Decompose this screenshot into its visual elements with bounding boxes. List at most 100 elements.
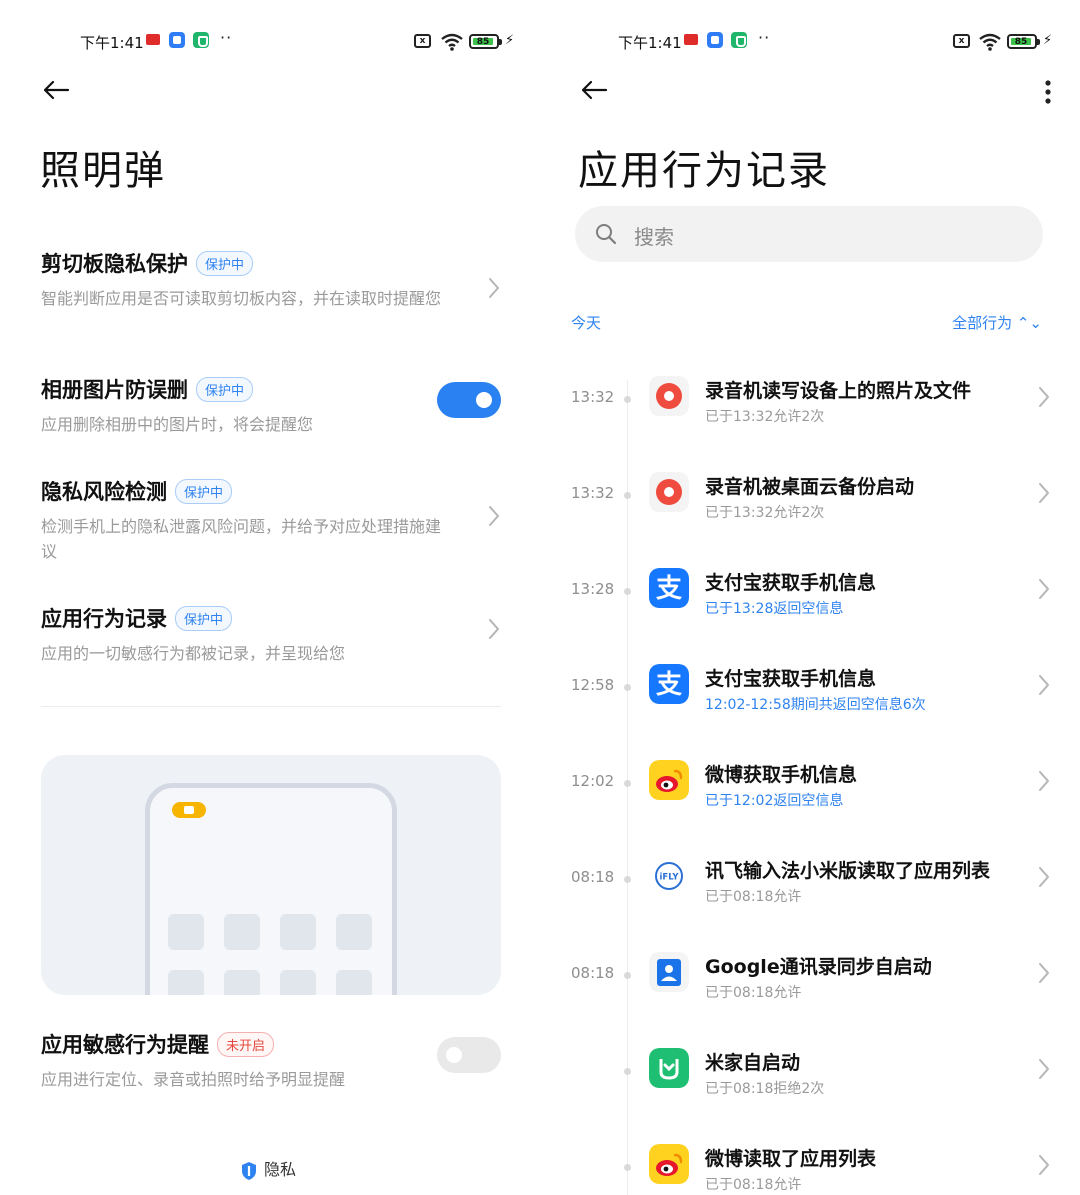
album-protection-toggle[interactable] xyxy=(437,382,501,418)
status-time: 下午1:41 xyxy=(618,34,682,52)
list-item[interactable]: 12:02 微博获取手机信息 已于12:02返回空信息 xyxy=(540,752,1080,848)
chevron-right-icon xyxy=(487,617,501,641)
phone-illustration xyxy=(41,755,501,995)
security-notification-icon xyxy=(193,32,209,48)
weibo-icon xyxy=(649,760,689,800)
setting-app-behavior-log[interactable]: 应用行为记录 保护中 应用的一切敏感行为都被记录，并呈现给您 xyxy=(41,603,501,666)
setting-title: 隐私风险检测 xyxy=(41,480,167,504)
timeline-dot xyxy=(624,684,631,691)
list-item[interactable]: 13:28 支 支付宝获取手机信息 已于13:28返回空信息 xyxy=(540,560,1080,656)
charging-icon: ⚡ xyxy=(1043,33,1053,48)
list-item[interactable]: 12:58 支 支付宝获取手机信息 12:02-12:58期间共返回空信息6次 xyxy=(540,656,1080,752)
wifi-icon xyxy=(441,33,463,51)
record-subtitle: 已于08:18允许 xyxy=(705,1177,802,1193)
behavior-filter-dropdown[interactable]: 全部行为 ⌃⌄ xyxy=(952,312,1042,333)
record-time: 13:32 xyxy=(571,388,615,406)
sim-icon: x xyxy=(414,34,431,48)
mijia-icon xyxy=(649,1048,689,1088)
chevron-right-icon xyxy=(1038,866,1050,888)
timeline-dot xyxy=(624,396,631,403)
list-item[interactable]: 米家自启动 已于08:18拒绝2次 xyxy=(540,1040,1080,1136)
ifly-icon: iFLY xyxy=(649,856,689,896)
record-subtitle: 已于12:02返回空信息 xyxy=(705,793,844,809)
security-notification-icon xyxy=(731,32,747,48)
recorder-icon xyxy=(649,376,689,416)
search-input[interactable]: 搜索 xyxy=(575,206,1043,262)
alipay-icon: 支 xyxy=(649,664,689,704)
setting-description: 应用删除相册中的图片时，将会提醒您 xyxy=(41,415,314,434)
svg-text:支: 支 xyxy=(656,670,682,700)
chevron-right-icon xyxy=(1038,578,1050,600)
status-badge: 保护中 xyxy=(196,250,254,276)
app-notification-icon xyxy=(169,32,185,48)
setting-privacy-risk-check[interactable]: 隐私风险检测 保护中 检测手机上的隐私泄露风险问题，并给予对应处理措施建议 xyxy=(41,476,501,564)
list-item[interactable]: 微博读取了应用列表 已于08:18允许 xyxy=(540,1136,1080,1195)
timeline-dot xyxy=(624,972,631,979)
status-badge: 未开启 xyxy=(217,1031,275,1057)
svg-text:iFLY: iFLY xyxy=(660,873,680,883)
record-title: 米家自启动 xyxy=(705,1052,801,1074)
record-subtitle: 已于08:18允许 xyxy=(705,985,802,1001)
charging-icon: ⚡ xyxy=(505,33,515,48)
weibo-icon xyxy=(649,1144,689,1184)
setting-description: 应用进行定位、录音或拍照时给予明显提醒 xyxy=(41,1070,346,1089)
news-badge-icon xyxy=(684,34,698,45)
divider xyxy=(41,706,501,707)
status-badge: 保护中 xyxy=(175,478,233,504)
back-button[interactable] xyxy=(40,74,80,110)
search-icon xyxy=(596,224,617,245)
more-options-button[interactable] xyxy=(1030,74,1066,110)
chevron-right-icon xyxy=(487,504,501,528)
back-arrow-icon xyxy=(581,80,608,100)
chevron-right-icon xyxy=(1038,482,1050,504)
page-title: 应用行为记录 xyxy=(578,148,830,194)
record-time: 13:32 xyxy=(571,484,615,502)
status-badge: 保护中 xyxy=(196,376,254,402)
chevron-right-icon xyxy=(1038,962,1050,984)
status-bar: 下午1:41 ·· x 85 ⚡ xyxy=(540,28,1080,56)
record-title: 支付宝获取手机信息 xyxy=(705,668,877,690)
setting-description: 智能判断应用是否可读取剪切板内容，并在读取时提醒您 xyxy=(41,289,442,308)
more-notifications-icon: ·· xyxy=(758,28,771,47)
timeline-dot xyxy=(624,780,631,787)
timeline-dot xyxy=(624,588,631,595)
record-subtitle: 已于08:18允许 xyxy=(705,889,802,905)
timeline-dot xyxy=(624,1068,631,1075)
news-badge-icon xyxy=(146,34,160,45)
privacy-settings-screen: 下午1:41 ·· x 85 ⚡ 照明弹 剪切板隐私保护 保护中 智能判断应用是否… xyxy=(0,0,540,1195)
list-item[interactable]: 08:18 iFLY 讯飞输入法小米版读取了应用列表 已于08:18允许 xyxy=(540,848,1080,944)
back-arrow-icon xyxy=(43,80,70,100)
battery-level: 85 xyxy=(473,38,493,47)
wifi-icon xyxy=(979,33,1001,51)
setting-description: 应用的一切敏感行为都被记录，并呈现给您 xyxy=(41,644,346,663)
privacy-brand-footer: 隐私 xyxy=(240,1156,296,1181)
camera-indicator-icon xyxy=(172,802,206,818)
chevron-right-icon xyxy=(1038,1058,1050,1080)
search-placeholder: 搜索 xyxy=(634,225,674,249)
setting-title: 应用敏感行为提醒 xyxy=(41,1033,209,1057)
status-bar: 下午1:41 ·· x 85 ⚡ xyxy=(0,28,540,56)
battery-level: 85 xyxy=(1011,38,1031,47)
alipay-icon: 支 xyxy=(649,568,689,608)
setting-clipboard-privacy[interactable]: 剪切板隐私保护 保护中 智能判断应用是否可读取剪切板内容，并在读取时提醒您 xyxy=(41,248,501,311)
setting-description: 检测手机上的隐私泄露风险问题，并给予对应处理措施建议 xyxy=(41,517,442,561)
shield-icon xyxy=(242,1161,256,1180)
setting-album-delete-protection: 相册图片防误删 保护中 应用删除相册中的图片时，将会提醒您 xyxy=(41,374,501,437)
chevron-right-icon xyxy=(487,276,501,300)
sensitive-alert-toggle[interactable] xyxy=(437,1037,501,1073)
record-subtitle: 12:02-12:58期间共返回空信息6次 xyxy=(705,697,926,713)
svg-text:支: 支 xyxy=(656,574,682,604)
record-title: 讯飞输入法小米版读取了应用列表 xyxy=(705,860,991,882)
recorder-icon xyxy=(649,472,689,512)
chevron-right-icon xyxy=(1038,1154,1050,1176)
record-title: 微博获取手机信息 xyxy=(705,764,858,786)
back-button[interactable] xyxy=(578,74,618,110)
app-behavior-log-screen: 下午1:41 ·· x 85 ⚡ 应用行为记录 搜索 今天 全部行为 ⌃⌄ 13… xyxy=(540,0,1080,1195)
list-item[interactable]: 08:18 Google通讯录同步自启动 已于08:18允许 xyxy=(540,944,1080,1040)
list-item[interactable]: 13:32 录音机被桌面云备份启动 已于13:32允许2次 xyxy=(540,464,1080,560)
record-time: 13:28 xyxy=(571,580,615,598)
sim-icon: x xyxy=(953,34,970,48)
list-item[interactable]: 13:32 录音机读写设备上的照片及文件 已于13:32允许2次 xyxy=(540,368,1080,464)
record-time: 08:18 xyxy=(571,964,615,982)
record-subtitle: 已于13:32允许2次 xyxy=(705,409,825,425)
